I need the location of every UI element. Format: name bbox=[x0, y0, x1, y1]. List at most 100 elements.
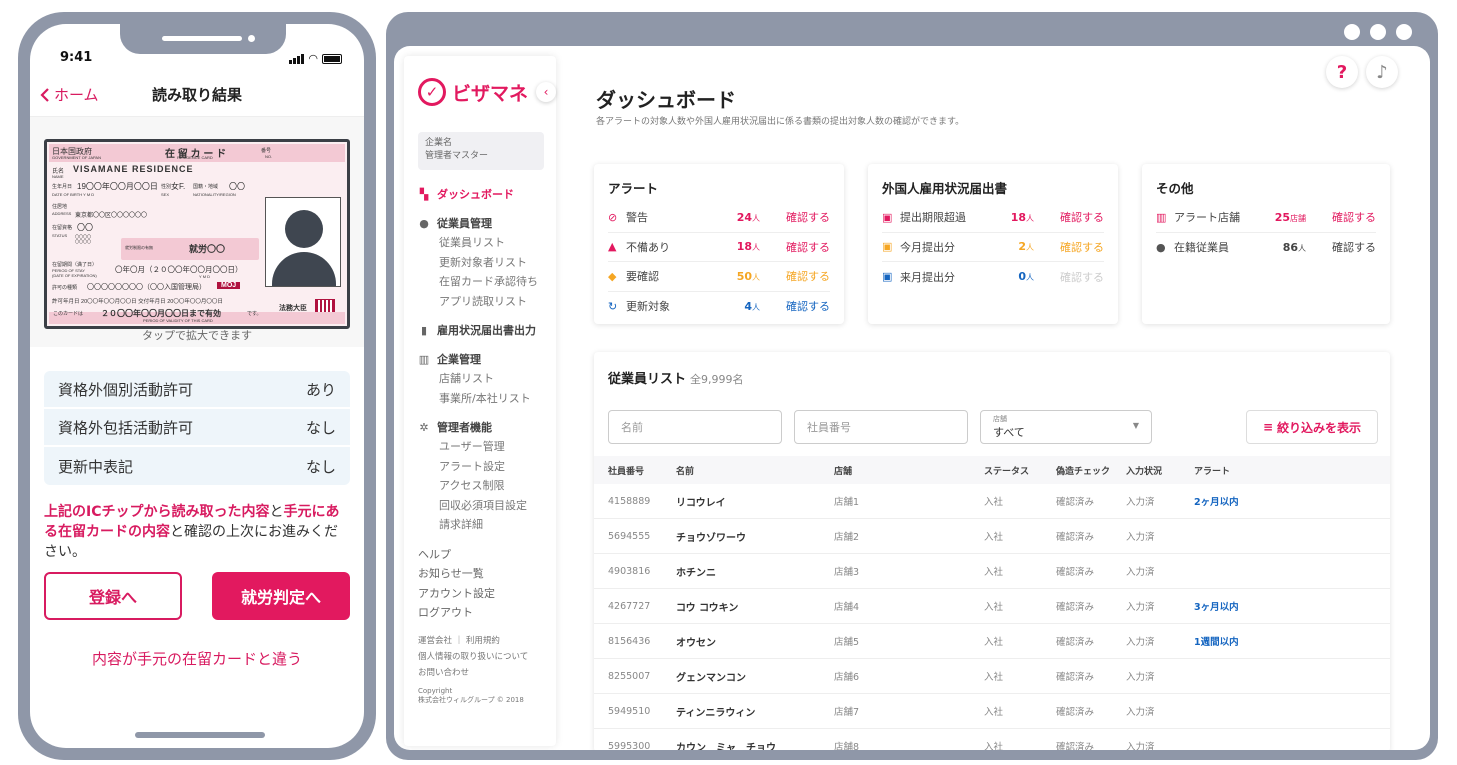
notification-button[interactable]: ♪ bbox=[1366, 56, 1398, 88]
sidebar-subitem-office-list[interactable]: 事業所/本社リスト bbox=[418, 389, 548, 409]
card-mismatch-link[interactable]: 内容が手元の在留カードと違う bbox=[30, 648, 364, 669]
sidebar-subitem-store-list[interactable]: 店舗リスト bbox=[418, 369, 548, 389]
store-select[interactable]: 店舗 すべて ▼ bbox=[980, 410, 1152, 444]
sidebar-item-notices[interactable]: お知らせ一覧 bbox=[418, 564, 548, 584]
column-header[interactable]: 店舗 bbox=[834, 464, 852, 477]
cell-name: オウセン bbox=[676, 637, 716, 649]
cell-store: 店舗2 bbox=[834, 532, 860, 543]
column-header[interactable]: ステータス bbox=[984, 464, 1029, 477]
list-item: 資格外個別活動許可 あり bbox=[44, 371, 350, 409]
confirm-link[interactable]: 確認する bbox=[1306, 209, 1376, 225]
sidebar-item-label: 雇用状況届出書出力 bbox=[437, 324, 536, 337]
cell-number: 4158889 bbox=[608, 495, 651, 507]
table-row[interactable]: 5949510 ティンニラウィン 店舗7 入社 確認済み 入力済 bbox=[594, 694, 1390, 729]
bell-icon: ◆ bbox=[608, 269, 617, 283]
footer-link-privacy[interactable]: 個人情報の取り扱いについて bbox=[418, 649, 548, 665]
table-row[interactable]: 4903816 ホチンニ 店舗3 入社 確認済み 入力済 bbox=[594, 554, 1390, 589]
chevron-down-icon: ▼ bbox=[1132, 421, 1139, 430]
column-header[interactable]: 名前 bbox=[676, 464, 694, 477]
column-header[interactable]: 偽造チェック bbox=[1056, 464, 1110, 477]
sidebar-item-dashboard[interactable]: ▚ ダッシュボード bbox=[418, 184, 548, 204]
sidebar-subitem-access-limit[interactable]: アクセス制限 bbox=[418, 476, 548, 496]
card-moj: MOJ bbox=[217, 282, 241, 289]
card-addr-label: 住居地 bbox=[52, 204, 68, 210]
check-circle-icon: ✓ bbox=[418, 78, 446, 106]
sidebar-item-logout[interactable]: ログアウト bbox=[418, 603, 548, 623]
help-button[interactable]: ? bbox=[1326, 56, 1358, 88]
confirm-link[interactable]: 確認する bbox=[1034, 209, 1104, 225]
sidebar-collapse-button[interactable]: ‹ bbox=[536, 82, 556, 102]
residence-card-image[interactable]: 日本国政府 GOVERNMENT OF JAPAN 在 留 カ ー ド RESI… bbox=[44, 139, 350, 329]
cell-forgery-check: 確認済み bbox=[1056, 497, 1095, 508]
row-count: 50人 bbox=[712, 270, 760, 283]
cell-input-status: 入力済 bbox=[1126, 742, 1155, 750]
sidebar-item-company[interactable]: ▥ 企業管理 bbox=[418, 349, 548, 369]
grid-icon: ▚ bbox=[419, 187, 429, 201]
count-value: 25 bbox=[1274, 210, 1290, 224]
footer-link-company-terms[interactable]: 運営会社 ｜ 利用規約 bbox=[418, 633, 548, 649]
count-value: 0 bbox=[1018, 270, 1026, 284]
register-button[interactable]: 登録へ bbox=[44, 572, 182, 620]
panel-row: ▲ 不備あり 18人 確認する bbox=[608, 233, 830, 262]
card-addr-value: 東京都〇〇区〇〇〇〇〇〇 bbox=[75, 213, 148, 219]
footer-link-contact[interactable]: お問い合わせ bbox=[418, 665, 548, 681]
row-count: 18人 bbox=[712, 240, 760, 253]
row-label: 来月提出分 bbox=[900, 270, 955, 284]
sidebar-item-label: ダッシュボード bbox=[437, 188, 514, 201]
sidebar-subitem-card-approval[interactable]: 在留カード承認待ち bbox=[418, 272, 548, 292]
confirm-link[interactable]: 確認する bbox=[760, 239, 830, 255]
name-search-input[interactable]: 名前 bbox=[608, 410, 782, 444]
info-value: あり bbox=[305, 380, 336, 399]
cell-alert: 1週間以内 bbox=[1194, 637, 1239, 648]
sidebar-subitem-employee-list[interactable]: 従業員リスト bbox=[418, 233, 548, 253]
info-label: 資格外個別活動許可 bbox=[58, 380, 194, 399]
employee-number-input[interactable]: 社員番号 bbox=[794, 410, 968, 444]
sidebar-subitem-renewal-list[interactable]: 更新対象者リスト bbox=[418, 253, 548, 273]
cell-status: 入社 bbox=[984, 742, 1004, 750]
cell-status: 入社 bbox=[984, 567, 1004, 578]
sidebar-menu: ▚ ダッシュボード ● 従業員管理 従業員リスト 更新対象者リスト 在留カード承… bbox=[418, 184, 548, 705]
count-value: 4 bbox=[744, 299, 752, 313]
help-heading[interactable]: ヘルプ bbox=[418, 545, 548, 565]
confirm-link[interactable]: 確認する bbox=[760, 209, 830, 225]
table-row[interactable]: 5694555 チョウゾワーウ 店舗2 入社 確認済み 入力済 bbox=[594, 519, 1390, 554]
sidebar-item-employees[interactable]: ● 従業員管理 bbox=[418, 213, 548, 233]
confirm-link-disabled: 確認する bbox=[1060, 270, 1104, 284]
confirm-link[interactable]: 確認する bbox=[760, 268, 830, 284]
sidebar-subitem-alert-settings[interactable]: アラート設定 bbox=[418, 457, 548, 477]
column-header[interactable]: 入力状況 bbox=[1126, 464, 1162, 477]
table-row[interactable]: 5995300 カウン ミャ チョウ 店舗8 入社 確認済み 入力済 bbox=[594, 729, 1390, 751]
panel-row: ▣ 今月提出分 2人 確認する bbox=[882, 233, 1104, 262]
row-count: 2人 bbox=[986, 240, 1034, 253]
sidebar-subitem-required-fields[interactable]: 回収必須項目設定 bbox=[418, 496, 548, 516]
cell-alert: 3ヶ月以内 bbox=[1194, 602, 1239, 613]
table-row[interactable]: 4158889 リコウレイ 店舗1 入社 確認済み 入力済 2ヶ月以内 bbox=[594, 484, 1390, 519]
cell-number: 8156436 bbox=[608, 635, 651, 647]
phone-screen: 9:41 ◠ ホーム 読み取り結果 日本国政府 GOVERNMENT OF JA… bbox=[30, 24, 364, 748]
sidebar-subitem-user-management[interactable]: ユーザー管理 bbox=[418, 437, 548, 457]
table-row[interactable]: 4267727 コウ コウキン 店舗4 入社 確認済み 入力済 3ヶ月以内 bbox=[594, 589, 1390, 624]
work-judge-button[interactable]: 就労判定へ bbox=[212, 572, 350, 620]
table-row[interactable]: 8156436 オウセン 店舗5 入社 確認済み 入力済 1週間以内 bbox=[594, 624, 1390, 659]
column-header[interactable]: アラート bbox=[1194, 464, 1230, 477]
company-name: 管理者マスター bbox=[425, 151, 489, 161]
confirm-link[interactable]: 確認する bbox=[760, 298, 830, 314]
sidebar-subitem-app-read-list[interactable]: アプリ読取リスト bbox=[418, 292, 548, 312]
sidebar-item-admin[interactable]: ✲ 管理者機能 bbox=[418, 417, 548, 437]
count-value: 18 bbox=[736, 240, 752, 254]
row-label: 在籍従業員 bbox=[1174, 241, 1229, 255]
other-panel: その他 ▥ アラート店舗 25店舗 確認する ● 在籍従業員 86人 確認する bbox=[1142, 164, 1390, 324]
filter-button[interactable]: ≡ 絞り込みを表示 bbox=[1246, 410, 1378, 444]
column-header[interactable]: 社員番号 bbox=[608, 464, 644, 477]
sidebar-item-report[interactable]: ▮ 雇用状況届出書出力 bbox=[418, 320, 548, 340]
card-status-label: 在留資格 bbox=[52, 225, 73, 231]
table-row[interactable]: 8255007 グェンマンコン 店舗6 入社 確認済み 入力済 bbox=[594, 659, 1390, 694]
logo[interactable]: ✓ ビザマネ bbox=[418, 78, 528, 106]
confirm-link[interactable]: 確認する bbox=[1034, 239, 1104, 255]
confirm-link[interactable]: 確認する bbox=[1306, 239, 1376, 255]
sidebar-subitem-billing[interactable]: 請求詳細 bbox=[418, 515, 548, 535]
cell-name: カウン ミャ チョウ bbox=[676, 742, 776, 751]
permission-list: 資格外個別活動許可 あり 資格外包括活動許可 なし 更新中表記 なし bbox=[44, 371, 350, 485]
sidebar-item-account[interactable]: アカウント設定 bbox=[418, 584, 548, 604]
cell-store: 店舗4 bbox=[834, 602, 860, 613]
